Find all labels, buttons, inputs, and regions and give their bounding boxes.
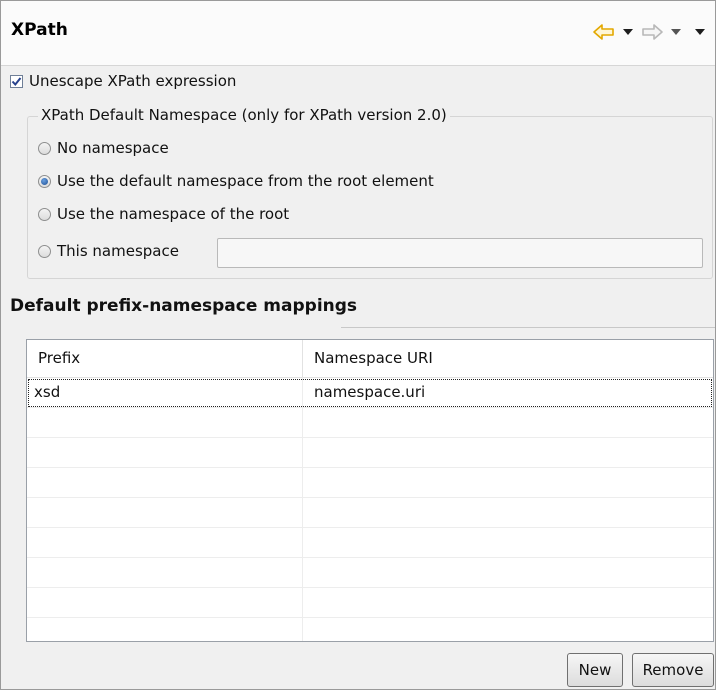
back-dropdown-chevron-icon[interactable] bbox=[623, 29, 633, 35]
empty-cell bbox=[27, 558, 303, 588]
radio-label: Use the namespace of the root bbox=[57, 205, 290, 223]
radio-label: No namespace bbox=[57, 139, 169, 157]
empty-table-row bbox=[27, 528, 713, 558]
empty-table-row bbox=[27, 468, 713, 498]
empty-cell bbox=[303, 588, 713, 618]
checkmark-icon bbox=[11, 76, 22, 86]
empty-cell bbox=[27, 528, 303, 558]
page-title: XPath bbox=[11, 20, 68, 40]
radio-default-namespace-root[interactable]: Use the default namespace from the root … bbox=[38, 172, 434, 190]
radio-button[interactable] bbox=[38, 244, 51, 258]
cell-namespace-uri: namespace.uri bbox=[314, 383, 426, 401]
radio-button[interactable] bbox=[38, 141, 51, 155]
mappings-section-title: Default prefix-namespace mappings bbox=[10, 296, 358, 316]
empty-cell bbox=[27, 588, 303, 618]
navigation-toolbar bbox=[593, 21, 709, 43]
radio-selected-dot-icon bbox=[41, 177, 48, 185]
empty-table-row bbox=[27, 588, 713, 618]
unescape-xpath-checkbox[interactable] bbox=[10, 74, 23, 88]
column-header-namespace-uri[interactable]: Namespace URI bbox=[303, 340, 713, 377]
empty-cell bbox=[27, 498, 303, 528]
table-header: Prefix Namespace URI bbox=[27, 340, 713, 378]
radio-label: This namespace bbox=[57, 242, 179, 260]
column-header-prefix[interactable]: Prefix bbox=[27, 340, 303, 377]
unescape-xpath-label: Unescape XPath expression bbox=[29, 72, 237, 90]
empty-table-row bbox=[27, 618, 713, 641]
new-button[interactable]: New bbox=[567, 653, 623, 687]
empty-cell bbox=[303, 618, 713, 641]
unescape-xpath-option[interactable]: Unescape XPath expression bbox=[10, 72, 236, 90]
back-arrow-icon[interactable] bbox=[593, 21, 615, 43]
radio-label: Use the default namespace from the root … bbox=[57, 172, 434, 190]
radio-namespace-of-root[interactable]: Use the namespace of the root bbox=[38, 205, 289, 223]
remove-button[interactable]: Remove bbox=[632, 653, 714, 687]
table-row[interactable]: xsd namespace.uri bbox=[27, 378, 713, 408]
radio-no-namespace[interactable]: No namespace bbox=[38, 139, 169, 157]
empty-cell bbox=[303, 438, 713, 468]
cell-prefix: xsd bbox=[27, 378, 303, 408]
xpath-preferences-panel: XPath Unescape XPath expression XPath De… bbox=[0, 0, 716, 690]
radio-button-selected[interactable] bbox=[38, 174, 51, 188]
empty-cell bbox=[27, 468, 303, 498]
section-separator bbox=[341, 327, 715, 328]
radio-button[interactable] bbox=[38, 207, 51, 221]
empty-cell bbox=[303, 558, 713, 588]
empty-cell bbox=[27, 618, 303, 641]
empty-cell bbox=[303, 468, 713, 498]
empty-table-row bbox=[27, 408, 713, 438]
panel-header: XPath bbox=[1, 1, 715, 66]
forward-dropdown-chevron-icon[interactable] bbox=[671, 29, 681, 35]
this-namespace-input[interactable] bbox=[217, 238, 703, 268]
prefix-namespace-table[interactable]: Prefix Namespace URI xsd namespace.uri bbox=[26, 339, 714, 642]
view-menu-chevron-icon[interactable] bbox=[695, 29, 705, 35]
default-namespace-group-legend: XPath Default Namespace (only for XPath … bbox=[38, 106, 450, 124]
empty-table-row bbox=[27, 438, 713, 468]
empty-cell bbox=[303, 498, 713, 528]
empty-cell bbox=[27, 408, 303, 438]
empty-cell bbox=[27, 438, 303, 468]
forward-arrow-icon[interactable] bbox=[641, 21, 663, 43]
empty-cell bbox=[303, 408, 713, 438]
radio-this-namespace[interactable]: This namespace bbox=[38, 242, 179, 260]
empty-cell bbox=[303, 528, 713, 558]
empty-table-row bbox=[27, 498, 713, 528]
empty-table-row bbox=[27, 558, 713, 588]
